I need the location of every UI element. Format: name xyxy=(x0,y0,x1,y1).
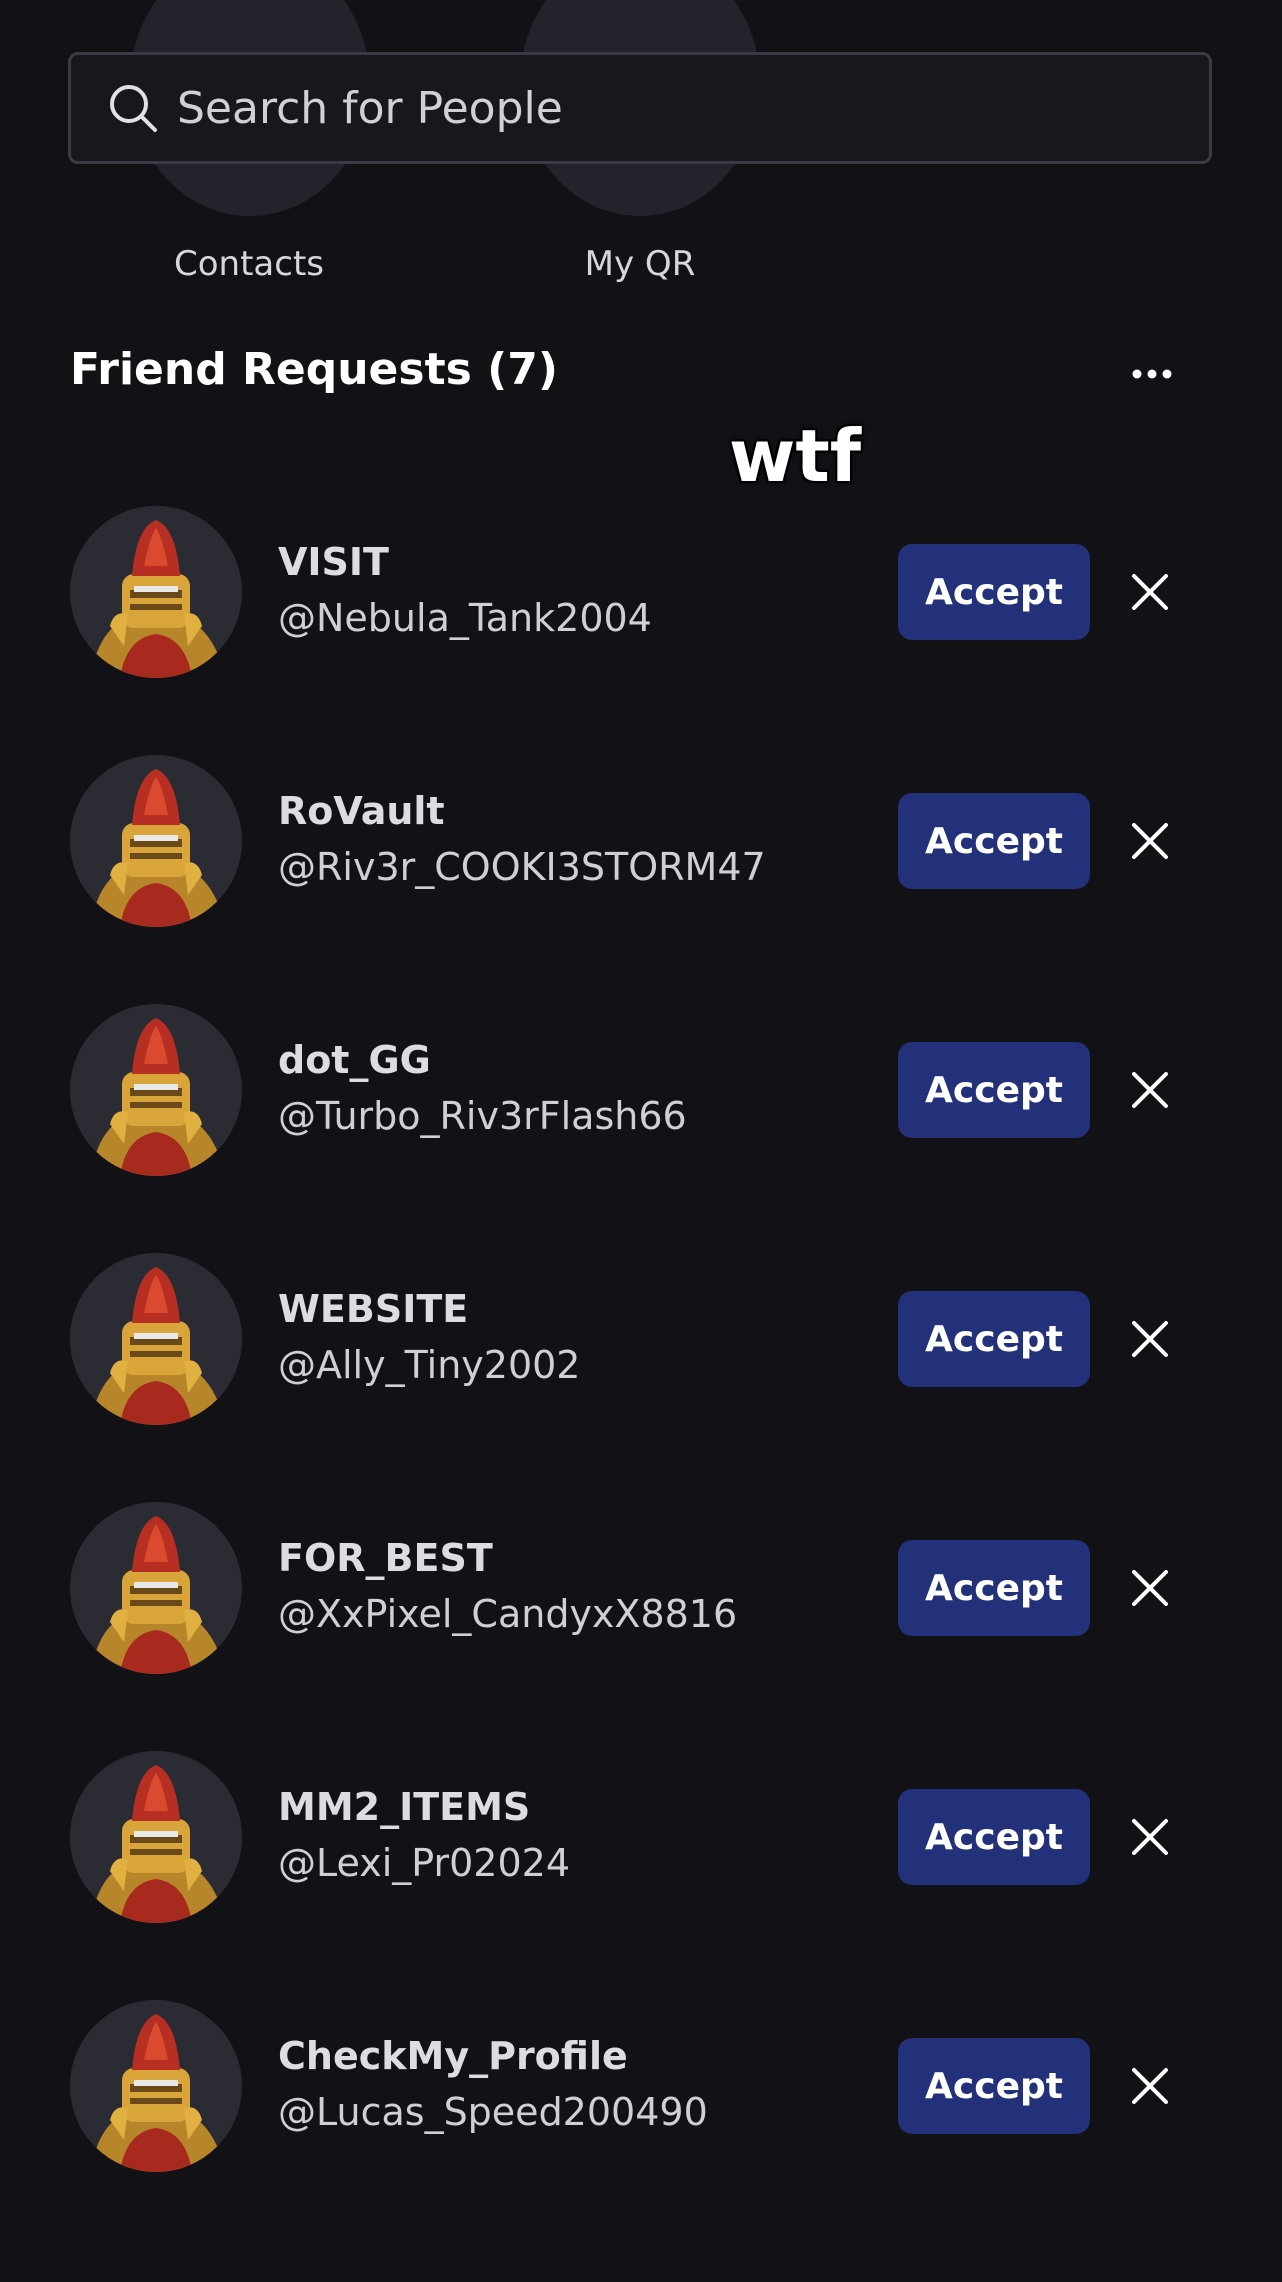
accept-button[interactable]: Accept xyxy=(898,1042,1090,1138)
username: @XxPixel_CandyxX8816 xyxy=(278,1592,738,1636)
decline-button[interactable] xyxy=(1124,815,1176,867)
more-options-button[interactable] xyxy=(1120,346,1184,402)
knight-avatar-icon xyxy=(70,1751,242,1923)
avatar[interactable] xyxy=(70,1502,242,1674)
display-name[interactable]: MM2_ITEMS xyxy=(278,1785,530,1829)
decline-button[interactable] xyxy=(1124,1562,1176,1614)
accept-button[interactable]: Accept xyxy=(898,1789,1090,1885)
knight-avatar-icon xyxy=(70,1502,242,1674)
search-icon xyxy=(110,85,157,132)
display-name[interactable]: RoVault xyxy=(278,789,445,833)
avatar[interactable] xyxy=(70,1004,242,1176)
avatar[interactable] xyxy=(70,1751,242,1923)
username: @Riv3r_COOKI3STORM47 xyxy=(278,845,766,889)
decline-button[interactable] xyxy=(1124,566,1176,618)
avatar[interactable] xyxy=(70,1253,242,1425)
close-icon xyxy=(1132,823,1168,859)
knight-avatar-icon xyxy=(70,1004,242,1176)
username: @Lexi_Pr02024 xyxy=(278,1841,571,1885)
accept-button[interactable]: Accept xyxy=(898,1540,1090,1636)
accept-button[interactable]: Accept xyxy=(898,793,1090,889)
friend-request-row: RoVault @Riv3r_COOKI3STORM47 Accept xyxy=(0,755,1282,927)
display-name[interactable]: CheckMy_Profile xyxy=(278,2034,628,2078)
display-name[interactable]: VISIT xyxy=(278,540,389,584)
friend-requests-title: Friend Requests (7) xyxy=(70,344,558,395)
decline-button[interactable] xyxy=(1124,1064,1176,1116)
username: @Nebula_Tank2004 xyxy=(278,596,652,640)
friend-request-row: WEBSITE @Ally_Tiny2002 Accept xyxy=(0,1253,1282,1425)
close-icon xyxy=(1132,574,1168,610)
avatar[interactable] xyxy=(70,2000,242,2172)
display-name[interactable]: FOR_BEST xyxy=(278,1536,493,1580)
avatar[interactable] xyxy=(70,755,242,927)
close-icon xyxy=(1132,2068,1168,2104)
accept-button[interactable]: Accept xyxy=(898,2038,1090,2134)
friend-request-row: FOR_BEST @XxPixel_CandyxX8816 Accept xyxy=(0,1502,1282,1674)
accept-button[interactable]: Accept xyxy=(898,544,1090,640)
username: @Lucas_Speed200490 xyxy=(278,2090,708,2134)
friend-request-row: VISIT @Nebula_Tank2004 Accept xyxy=(0,506,1282,678)
decline-button[interactable] xyxy=(1124,1313,1176,1365)
display-name[interactable]: WEBSITE xyxy=(278,1287,468,1331)
friend-request-row: MM2_ITEMS @Lexi_Pr02024 Accept xyxy=(0,1751,1282,1923)
friend-request-row: CheckMy_Profile @Lucas_Speed200490 Accep… xyxy=(0,2000,1282,2172)
overlay-caption: wtf xyxy=(728,414,862,498)
my-qr-label: My QR xyxy=(584,244,696,284)
username: @Ally_Tiny2002 xyxy=(278,1343,581,1387)
knight-avatar-icon xyxy=(70,1253,242,1425)
decline-button[interactable] xyxy=(1124,1811,1176,1863)
search-input[interactable] xyxy=(177,82,1209,134)
close-icon xyxy=(1132,1819,1168,1855)
friend-request-row: dot_GG @Turbo_Riv3rFlash66 Accept xyxy=(0,1004,1282,1176)
contacts-label: Contacts xyxy=(174,244,324,284)
knight-avatar-icon xyxy=(70,506,242,678)
knight-avatar-icon xyxy=(70,2000,242,2172)
display-name[interactable]: dot_GG xyxy=(278,1038,431,1082)
avatar[interactable] xyxy=(70,506,242,678)
username: @Turbo_Riv3rFlash66 xyxy=(278,1094,687,1138)
search-bar[interactable] xyxy=(68,52,1212,164)
decline-button[interactable] xyxy=(1124,2060,1176,2112)
knight-avatar-icon xyxy=(70,755,242,927)
close-icon xyxy=(1132,1570,1168,1606)
close-icon xyxy=(1132,1321,1168,1357)
more-icon xyxy=(1132,369,1172,379)
accept-button[interactable]: Accept xyxy=(898,1291,1090,1387)
close-icon xyxy=(1132,1072,1168,1108)
